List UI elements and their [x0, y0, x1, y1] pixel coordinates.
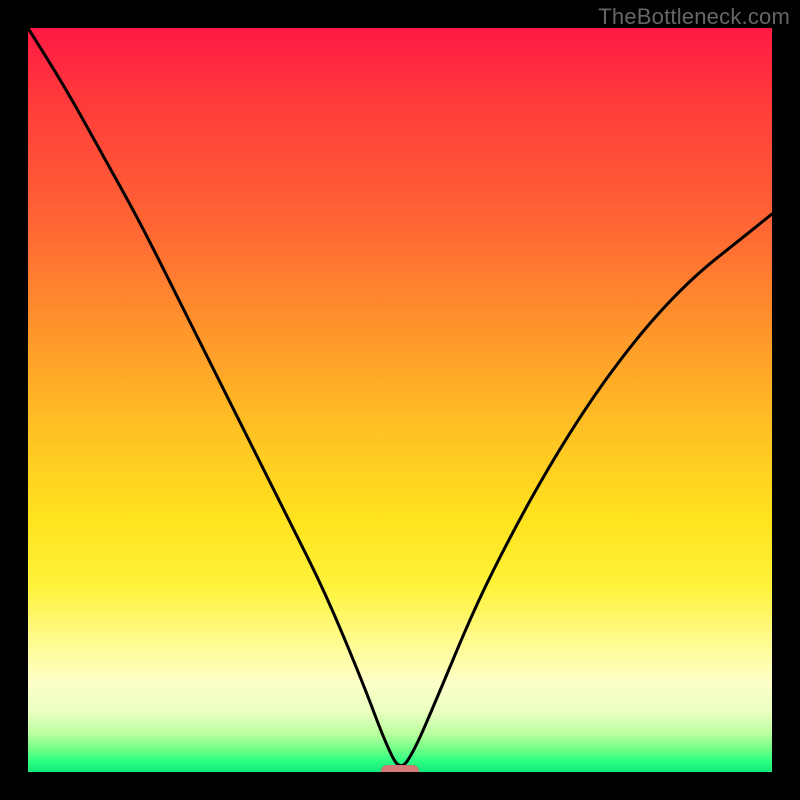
plot-area [28, 28, 772, 772]
chart-canvas: TheBottleneck.com [0, 0, 800, 800]
bottleneck-curve [28, 28, 772, 772]
curve-path [28, 28, 772, 766]
optimal-range-marker [381, 765, 418, 772]
watermark-text: TheBottleneck.com [598, 4, 790, 30]
